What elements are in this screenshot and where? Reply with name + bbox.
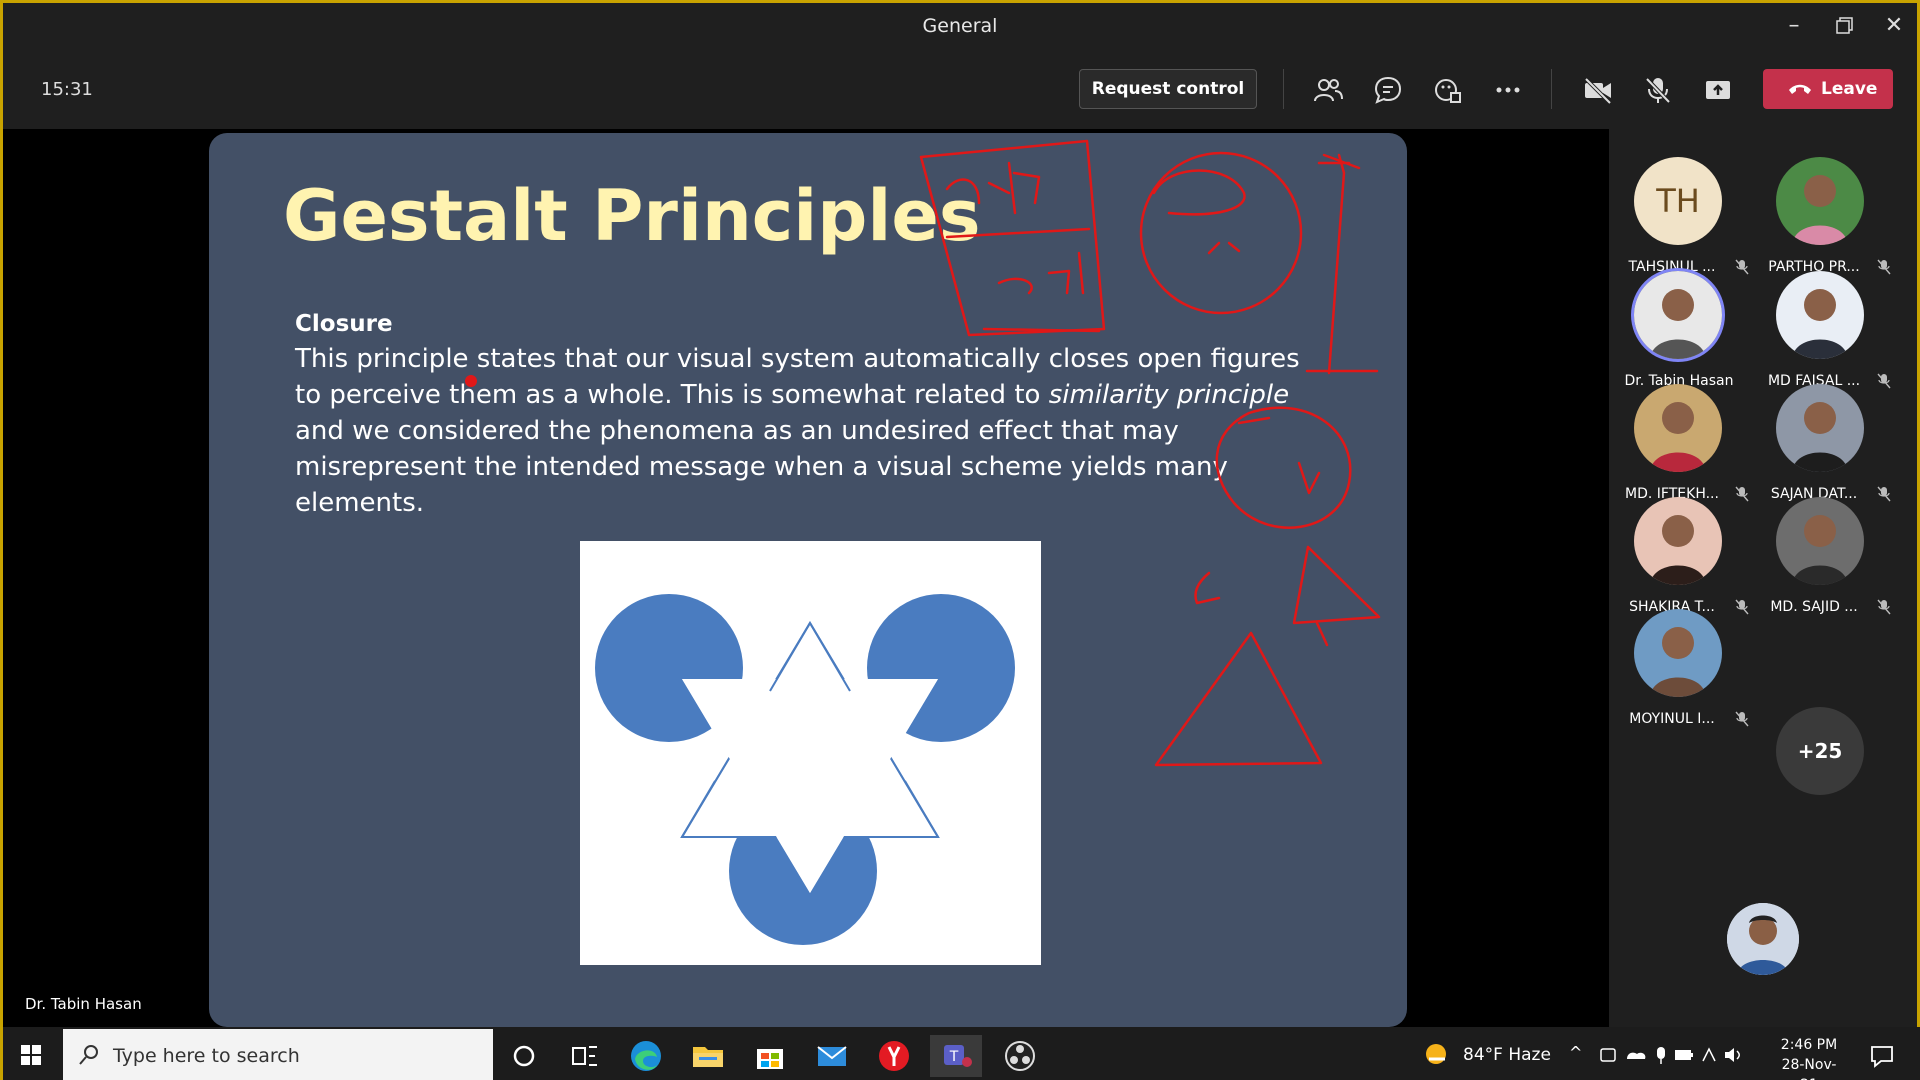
store-icon[interactable]: [749, 1035, 791, 1077]
taskbar-clock[interactable]: 2:46 PM 28-Nov-21: [1773, 1035, 1845, 1080]
edge-icon[interactable]: [625, 1035, 667, 1077]
teams-icon[interactable]: T: [930, 1035, 982, 1080]
toolbar-divider: [1283, 69, 1284, 109]
presenter-name: Dr. Tabin Hasan: [25, 995, 142, 1013]
chevron-up-icon[interactable]: ^: [1569, 1043, 1582, 1062]
request-control-button[interactable]: Request control: [1079, 69, 1257, 109]
chat-icon[interactable]: [1373, 75, 1403, 105]
mail-icon[interactable]: [811, 1035, 853, 1077]
avatar: [1634, 271, 1722, 359]
participants-panel: TH TAHSINUL ... PARTHO PR... Dr. Tabin Hasa…: [1609, 129, 1917, 1027]
toolbar-divider: [1551, 69, 1552, 109]
task-view-icon[interactable]: [563, 1035, 605, 1077]
title-bar: General – ✕: [3, 3, 1917, 49]
people-icon[interactable]: [1313, 75, 1343, 105]
search-icon: [79, 1045, 98, 1065]
mic-off-icon[interactable]: [1643, 75, 1673, 105]
leave-button[interactable]: Leave: [1763, 69, 1893, 109]
more-icon[interactable]: [1493, 75, 1523, 105]
mic-off-icon: [1877, 599, 1891, 615]
yandex-icon[interactable]: [873, 1035, 915, 1077]
window-title: General: [922, 15, 998, 37]
svg-text:T: T: [949, 1049, 959, 1065]
close-icon[interactable]: ✕: [1879, 11, 1909, 41]
restore-icon[interactable]: [1829, 11, 1859, 41]
meeting-duration: 15:31: [41, 79, 93, 100]
search-placeholder: Type here to search: [113, 1045, 300, 1067]
notification-icon[interactable]: [1869, 1043, 1895, 1069]
slide-title: Gestalt Principles: [283, 175, 981, 257]
avatar: [1634, 497, 1722, 585]
system-tray-icons[interactable]: [1599, 1043, 1740, 1067]
teams-meeting-window: General – ✕ 15:31 Request control Leave …: [0, 0, 1920, 1080]
minimize-icon[interactable]: –: [1779, 11, 1809, 41]
clock-time: 2:46 PM: [1780, 1037, 1838, 1053]
meeting-toolbar: 15:31 Request control Leave: [3, 49, 1917, 129]
avatar: TH: [1634, 157, 1722, 245]
more-participants-count: +25: [1776, 707, 1864, 795]
avatar: [1634, 384, 1722, 472]
participant-name: MOYINUL I...: [1629, 711, 1715, 727]
body-text-part: and we considered the phenomena as an un…: [295, 416, 1228, 518]
cortana-icon[interactable]: [503, 1035, 545, 1077]
windows-taskbar: Type here to search T 84°F Haze ^ 2:46 P…: [3, 1027, 1920, 1080]
avatar: [1776, 497, 1864, 585]
shared-screen-stage: Gestalt Principles Closure This principl…: [3, 129, 1609, 1027]
closure-illustration: [580, 541, 1041, 965]
weather-text[interactable]: 84°F Haze: [1463, 1045, 1551, 1065]
participant-tile[interactable]: MD. SAJID ...: [1751, 497, 1891, 637]
body-text-italic: similarity principle: [1048, 380, 1290, 410]
avatar: [1634, 609, 1722, 697]
file-explorer-icon[interactable]: [687, 1035, 729, 1077]
taskbar-search-box[interactable]: Type here to search: [63, 1029, 493, 1080]
self-video-avatar: [1727, 903, 1799, 975]
avatar: [1776, 384, 1864, 472]
leave-label: Leave: [1821, 79, 1878, 99]
mic-off-icon: [1735, 711, 1749, 727]
camera-off-icon[interactable]: [1583, 75, 1613, 105]
phone-icon: [1789, 84, 1811, 94]
presentation-slide: Gestalt Principles Closure This principl…: [209, 133, 1407, 1027]
more-participants-tile[interactable]: +25: [1751, 707, 1891, 847]
slide-subheading: Closure: [295, 311, 393, 337]
participant-tile[interactable]: MOYINUL I...: [1609, 609, 1749, 749]
avatar: [1776, 271, 1864, 359]
obs-icon[interactable]: [999, 1035, 1041, 1077]
avatar: [1776, 157, 1864, 245]
weather-icon[interactable]: [1423, 1041, 1449, 1067]
reactions-icon[interactable]: [1433, 75, 1463, 105]
windows-icon[interactable]: [3, 1027, 61, 1080]
slide-body-text: This principle states that our visual sy…: [295, 341, 1305, 521]
participant-name: MD. SAJID ...: [1770, 599, 1858, 615]
share-icon[interactable]: [1703, 75, 1733, 105]
clock-date: 28-Nov-21: [1781, 1057, 1837, 1080]
